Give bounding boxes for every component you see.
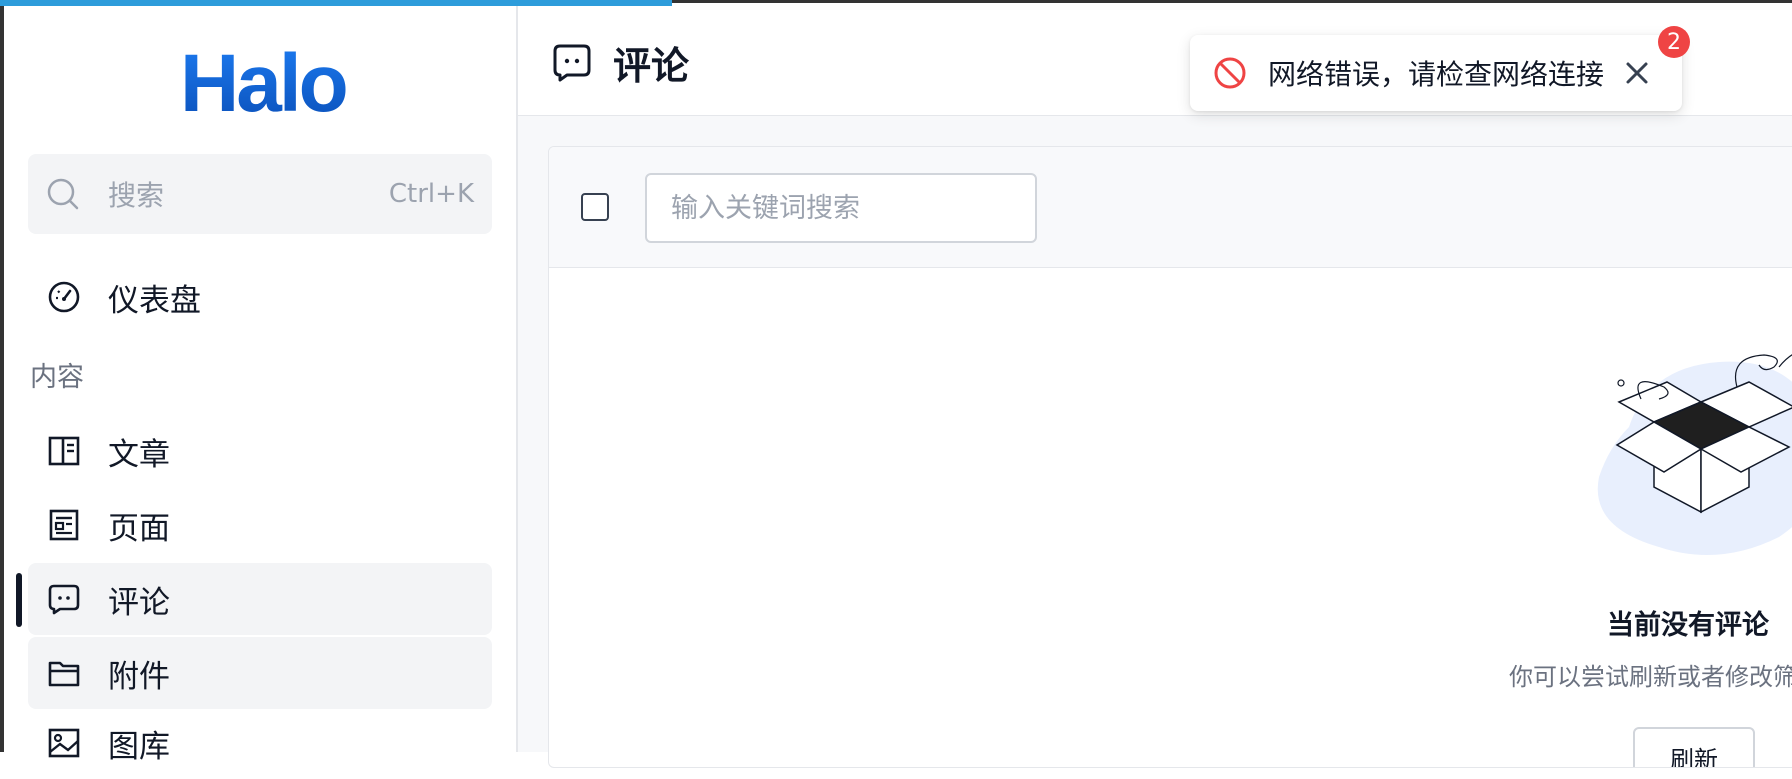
select-all-checkbox[interactable] [581, 193, 609, 221]
sidebar-item-pages[interactable]: 页面 [28, 489, 492, 561]
sidebar-item-label: 文章 [108, 436, 170, 473]
sidebar: Halo 搜索 Ctrl+K 仪表盘 内容 文章 页面 评论 附件 图库 [4, 3, 518, 765]
folder-icon [48, 661, 80, 687]
sidebar-item-articles[interactable]: 文章 [28, 415, 492, 487]
article-icon [48, 436, 80, 466]
empty-state-title: 当前没有评论 [1607, 610, 1769, 641]
sidebar-item-label: 评论 [108, 584, 170, 621]
sidebar-item-attachments[interactable]: 附件 [28, 637, 492, 709]
sidebar-item-comments[interactable]: 评论 [28, 563, 492, 635]
empty-state-description: 你可以尝试刷新或者修改筛 [1509, 663, 1792, 691]
global-search[interactable]: 搜索 Ctrl+K [28, 154, 492, 234]
section-label-content: 内容 [30, 362, 84, 393]
image-icon [48, 728, 80, 758]
error-ban-icon [1214, 57, 1246, 89]
sidebar-item-dashboard[interactable]: 仪表盘 [28, 261, 492, 333]
comment-icon [553, 44, 591, 82]
page-icon [49, 509, 79, 541]
page-title: 评论 [613, 44, 690, 88]
halo-logo: Halo [180, 45, 349, 117]
close-icon[interactable] [1622, 58, 1652, 88]
search-icon [47, 178, 79, 210]
sidebar-item-label: 图库 [108, 728, 170, 765]
dashboard-icon [48, 281, 80, 313]
comment-icon [48, 584, 80, 615]
card-toolbar [549, 147, 1792, 268]
keyword-search-input[interactable] [645, 173, 1037, 243]
sidebar-item-gallery[interactable]: 图库 [28, 707, 492, 779]
active-indicator [16, 573, 22, 627]
toast-count-badge: 2 [1658, 26, 1690, 58]
sidebar-item-label: 页面 [108, 510, 170, 547]
loading-progress-bar [0, 0, 672, 6]
toast-message: 网络错误，请检查网络连接 [1268, 58, 1605, 91]
refresh-button[interactable]: 刷新 [1633, 727, 1755, 767]
comments-card: 当前没有评论 你可以尝试刷新或者修改筛 刷新 [548, 146, 1792, 768]
main-content: 评论 当前没有评论 你可以尝试刷新或者修改筛 刷新 [518, 3, 1792, 768]
empty-box-illustration [1597, 354, 1792, 555]
sidebar-item-label: 仪表盘 [108, 282, 201, 319]
search-shortcut: Ctrl+K [388, 179, 474, 209]
sidebar-item-label: 附件 [108, 658, 170, 695]
error-toast: 网络错误，请检查网络连接 [1190, 35, 1682, 111]
search-placeholder: 搜索 [108, 179, 165, 212]
svg-text:Halo: Halo [180, 45, 346, 117]
